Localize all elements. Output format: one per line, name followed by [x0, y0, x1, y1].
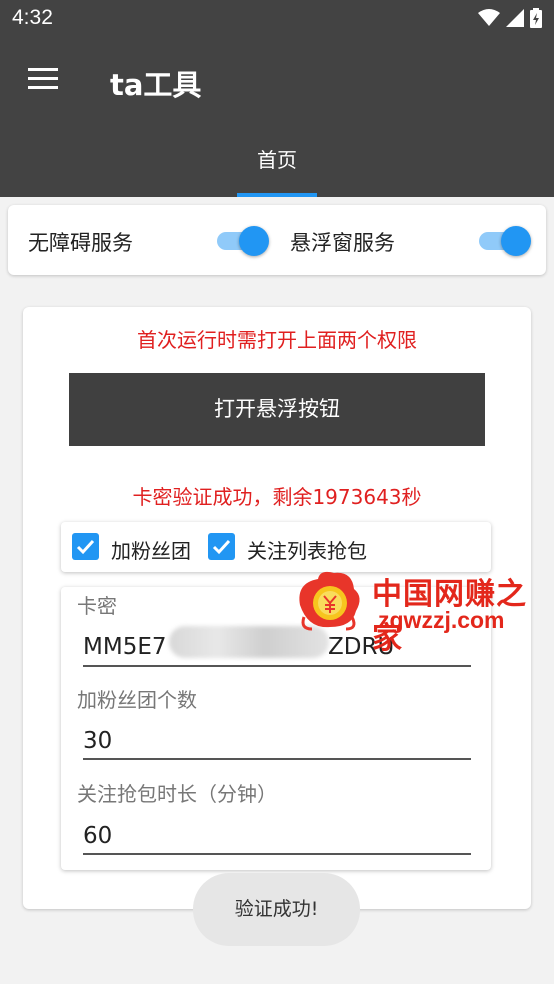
tab-home[interactable]: 首页: [237, 135, 317, 197]
fans-group-count-input[interactable]: [83, 724, 471, 760]
first-run-hint: 首次运行时需打开上面两个权限: [137, 328, 417, 352]
verify-status: 卡密验证成功，剩余1973643秒: [132, 485, 422, 509]
watermark: 中国网赚之家 zgwzzj.com: [290, 565, 540, 656]
overlay-service-label: 悬浮窗服务: [290, 231, 395, 255]
wifi-icon: [478, 9, 500, 26]
tab-indicator: [237, 193, 317, 197]
fans-group-count-label: 加粉丝团个数: [77, 688, 197, 712]
menu-icon[interactable]: [28, 68, 58, 92]
card-key-label: 卡密: [77, 594, 117, 618]
grab-duration-input[interactable]: [83, 819, 471, 855]
status-time: 4:32: [12, 6, 53, 29]
add-fans-group-checkbox[interactable]: [72, 533, 99, 560]
card-key-value-start: MM5E7: [83, 634, 167, 660]
status-bar: 4:32: [0, 0, 554, 38]
tab-home-label: 首页: [257, 148, 297, 172]
accessibility-service-label: 无障碍服务: [28, 231, 133, 255]
grab-duration-label: 关注抢包时长（分钟）: [77, 782, 277, 806]
check-icon: [212, 539, 231, 555]
toast: 验证成功!: [193, 873, 360, 946]
status-icons: [478, 8, 542, 28]
overlay-service-switch[interactable]: [475, 224, 531, 256]
accessibility-service-switch[interactable]: [213, 224, 269, 256]
signal-icon: [506, 9, 524, 27]
open-float-button[interactable]: 打开悬浮按钮: [69, 373, 485, 446]
follow-list-grab-checkbox[interactable]: [208, 533, 235, 560]
permissions-card: 无障碍服务 悬浮窗服务: [8, 205, 546, 275]
add-fans-group-label: 加粉丝团: [111, 539, 191, 563]
follow-list-grab-label: 关注列表抢包: [247, 539, 367, 563]
battery-icon: [530, 8, 542, 28]
watermark-url: zgwzzj.com: [378, 607, 505, 633]
app-title: ta工具: [110, 68, 202, 102]
app-bar: 4:32 ta工具 首页: [0, 0, 554, 197]
watermark-logo: [299, 571, 360, 631]
check-icon: [76, 539, 95, 555]
